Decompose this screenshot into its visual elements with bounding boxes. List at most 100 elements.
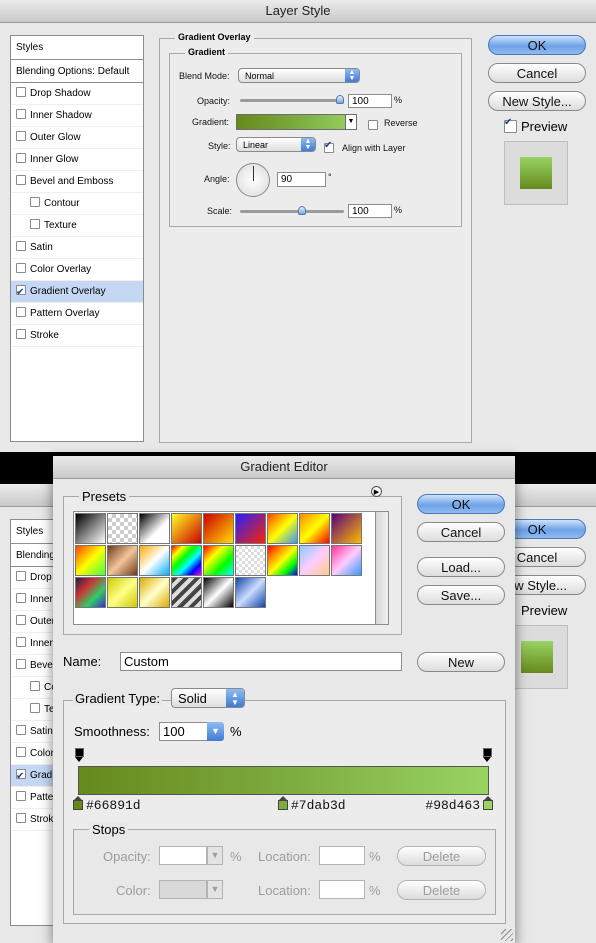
style-item-checkbox[interactable] — [16, 307, 26, 318]
stop-opacity-input[interactable] — [159, 846, 207, 865]
opacity-slider-knob[interactable] — [336, 95, 344, 104]
preset-swatch[interactable] — [267, 545, 298, 576]
style-item[interactable]: Bevel and Emboss — [11, 171, 143, 193]
preset-swatch[interactable] — [75, 545, 106, 576]
style-item-checkbox[interactable] — [16, 659, 26, 670]
style-item-checkbox[interactable] — [16, 87, 26, 98]
cancel-button[interactable]: Cancel — [488, 63, 586, 83]
preset-swatch[interactable] — [203, 513, 234, 544]
preset-swatch[interactable] — [203, 577, 234, 608]
new-style-button[interactable]: New Style... — [488, 91, 586, 111]
style-item-checkbox[interactable] — [16, 282, 26, 302]
style-item-checkbox[interactable] — [16, 131, 26, 142]
smoothness-dropdown[interactable]: ▼ — [207, 722, 224, 741]
ge-ok-button[interactable]: OK — [417, 494, 505, 514]
preset-swatch[interactable] — [235, 577, 266, 608]
preset-swatch[interactable] — [107, 577, 138, 608]
style-item-checkbox[interactable] — [30, 219, 40, 230]
preset-swatch[interactable] — [107, 545, 138, 576]
style-item[interactable]: Texture — [11, 215, 143, 237]
preset-swatch[interactable] — [139, 577, 170, 608]
style-item-checkbox[interactable] — [16, 813, 26, 824]
blend-mode-select[interactable]: Normal ▲ ▼ — [238, 68, 360, 83]
stop-opacity-location-input[interactable] — [319, 846, 365, 865]
angle-input[interactable]: 90 — [277, 172, 326, 187]
style-item-checkbox[interactable] — [16, 725, 26, 736]
gradient-type-select[interactable]: Solid ▲ ▼ — [171, 688, 245, 708]
scale-input[interactable]: 100 — [348, 204, 392, 218]
preset-swatch[interactable] — [203, 545, 234, 576]
ge-cancel-button[interactable]: Cancel — [417, 522, 505, 542]
style-item-checkbox[interactable] — [16, 766, 26, 786]
align-with-layer-checkbox[interactable] — [324, 140, 338, 158]
opacity-slider-track[interactable] — [240, 99, 344, 102]
stop-color-delete-button[interactable]: Delete — [397, 880, 486, 900]
style-item-checkbox[interactable] — [30, 197, 40, 208]
preset-swatch[interactable] — [75, 577, 106, 608]
preset-swatch[interactable] — [331, 545, 362, 576]
style-item-checkbox[interactable] — [16, 637, 26, 648]
ge-new-button[interactable]: New — [417, 652, 505, 672]
stop-color-swatch[interactable] — [159, 880, 207, 899]
presets-menu-icon[interactable]: ▶ — [371, 486, 382, 497]
resize-grip-icon[interactable] — [501, 929, 513, 941]
preset-swatch[interactable] — [267, 513, 298, 544]
preset-swatch[interactable] — [139, 545, 170, 576]
style-item[interactable]: Contour — [11, 193, 143, 215]
ge-load-button[interactable]: Load... — [417, 557, 505, 577]
color-stop-marker[interactable] — [73, 796, 83, 810]
gradient-bar[interactable] — [78, 766, 489, 795]
scale-slider-knob[interactable] — [298, 206, 306, 215]
smoothness-input[interactable]: 100 — [159, 722, 209, 741]
preset-swatch[interactable] — [171, 513, 202, 544]
presets-scrollbar[interactable] — [375, 511, 389, 625]
styles-header[interactable]: Styles — [11, 36, 143, 60]
blending-options-item[interactable]: Blending Options: Default — [11, 61, 143, 83]
preset-swatch[interactable] — [235, 513, 266, 544]
preset-swatch[interactable] — [235, 545, 266, 576]
gradient-dropdown-arrow[interactable]: ▼ — [345, 115, 356, 129]
style-item-checkbox[interactable] — [30, 703, 40, 714]
preset-swatch[interactable] — [299, 513, 330, 544]
style-item[interactable]: Color Overlay — [11, 259, 143, 281]
stop-color-dropdown[interactable]: ▼ — [207, 880, 223, 899]
style-item-checkbox[interactable] — [16, 241, 26, 252]
preview-checkbox[interactable] — [504, 117, 521, 137]
ok-button[interactable]: OK — [488, 35, 586, 55]
preset-swatch[interactable] — [107, 513, 138, 544]
style-item-checkbox[interactable] — [16, 593, 26, 604]
style-item-checkbox[interactable] — [16, 791, 26, 802]
style-item[interactable]: Drop Shadow — [11, 83, 143, 105]
stop-opacity-dropdown[interactable]: ▼ — [207, 846, 223, 865]
gradient-picker[interactable]: ▼ — [236, 114, 357, 130]
reverse-checkbox[interactable] — [368, 117, 382, 135]
preset-swatch[interactable] — [139, 513, 170, 544]
style-item[interactable]: Satin — [11, 237, 143, 259]
style-item[interactable]: Outer Glow — [11, 127, 143, 149]
preset-swatch[interactable] — [171, 577, 202, 608]
stop-color-location-input[interactable] — [319, 880, 365, 899]
opacity-stop-right[interactable] — [483, 748, 492, 762]
opacity-stop-left[interactable] — [75, 748, 84, 762]
scale-slider-track[interactable] — [240, 210, 344, 213]
preset-swatch[interactable] — [331, 513, 362, 544]
style-item-checkbox[interactable] — [16, 615, 26, 626]
style-item-checkbox[interactable] — [16, 153, 26, 164]
style-select[interactable]: Linear ▲ ▼ — [236, 137, 316, 152]
preset-swatch[interactable] — [299, 545, 330, 576]
angle-dial[interactable] — [236, 163, 270, 197]
style-item[interactable]: Gradient Overlay — [11, 281, 143, 303]
style-item-checkbox[interactable] — [16, 109, 26, 120]
style-item-checkbox[interactable] — [30, 681, 40, 692]
color-stop-marker[interactable] — [483, 796, 493, 810]
stop-opacity-delete-button[interactable]: Delete — [397, 846, 486, 866]
style-item[interactable]: Pattern Overlay — [11, 303, 143, 325]
ge-save-button[interactable]: Save... — [417, 585, 505, 605]
preset-swatch[interactable] — [75, 513, 106, 544]
style-item-checkbox[interactable] — [16, 747, 26, 758]
preset-swatch[interactable] — [171, 545, 202, 576]
style-item-checkbox[interactable] — [16, 175, 26, 186]
style-item[interactable]: Stroke — [11, 325, 143, 347]
style-item-checkbox[interactable] — [16, 571, 26, 582]
style-item-checkbox[interactable] — [16, 329, 26, 340]
